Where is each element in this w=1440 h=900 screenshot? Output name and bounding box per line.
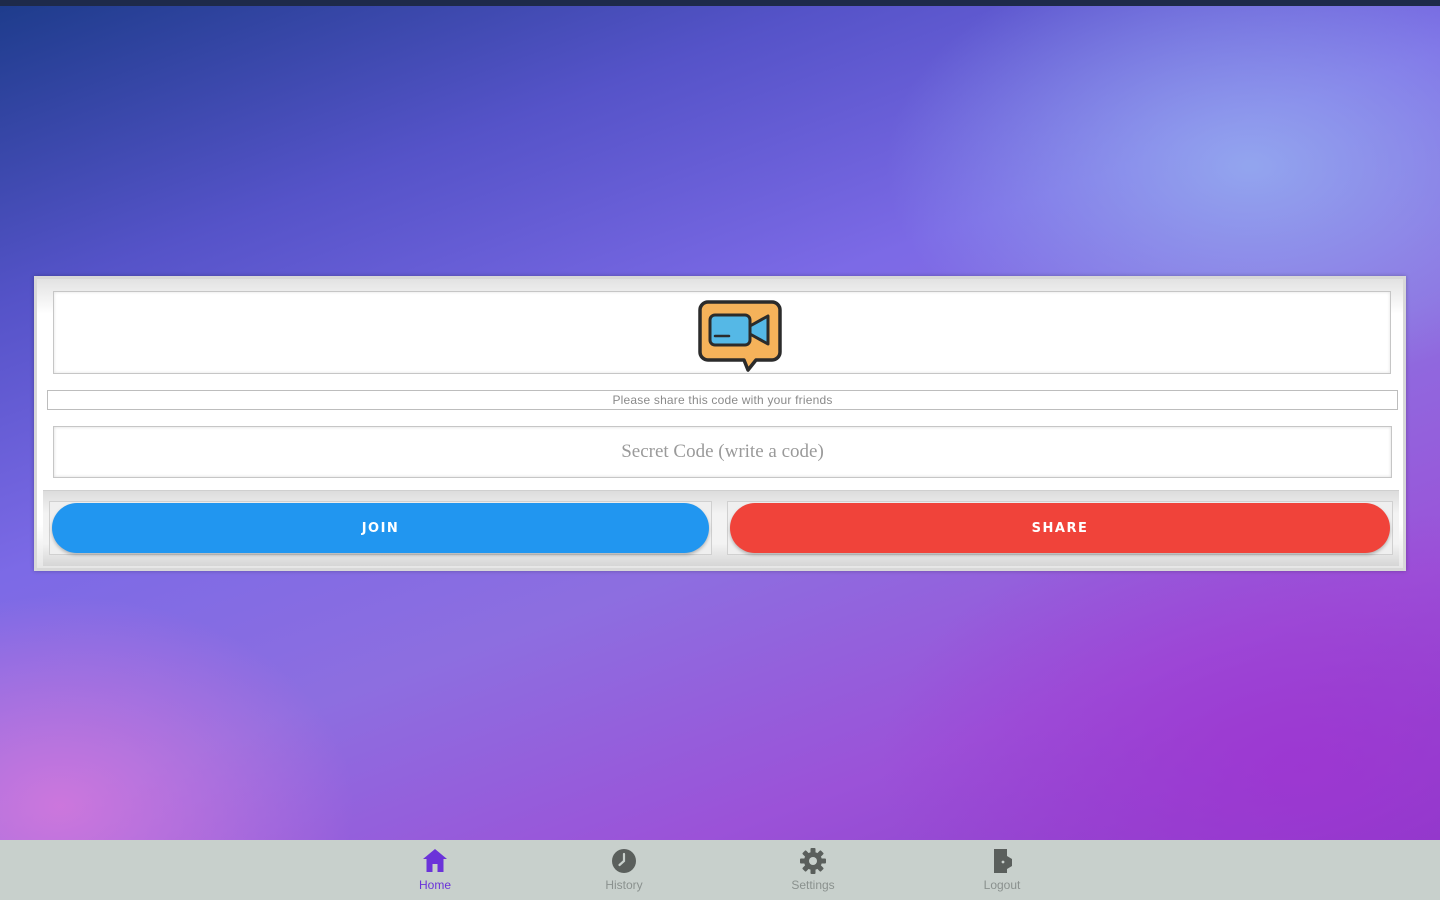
logo-panel [53,291,1391,374]
nav-label-history: History [605,878,643,892]
share-notice-text: Please share this code with your friends [47,390,1398,410]
nav-label-home: Home [418,878,451,892]
home-icon [423,849,447,872]
share-button-cell: SHARE [727,501,1393,555]
share-button[interactable]: SHARE [730,503,1390,553]
secret-code-input[interactable] [53,426,1392,478]
history-icon [612,849,636,873]
nav-item-home[interactable]: Home [390,846,480,898]
nav-item-settings[interactable]: Settings [768,846,858,898]
nav-item-history[interactable]: History [579,846,669,898]
action-button-row: JOIN SHARE [43,490,1399,566]
gear-icon [800,848,826,874]
bottom-navigation-bar: Home History Settings Logout [0,840,1440,900]
join-button-cell: JOIN [49,501,712,555]
logout-icon [994,849,1012,873]
app-screen: Please share this code with your friends… [0,0,1440,900]
nav-label-logout: Logout [983,878,1021,892]
meeting-card: Please share this code with your friends… [34,276,1406,571]
join-button[interactable]: JOIN [52,503,709,553]
video-chat-logo-icon [698,300,782,372]
nav-label-settings: Settings [791,878,835,892]
nav-item-logout[interactable]: Logout [957,846,1047,898]
